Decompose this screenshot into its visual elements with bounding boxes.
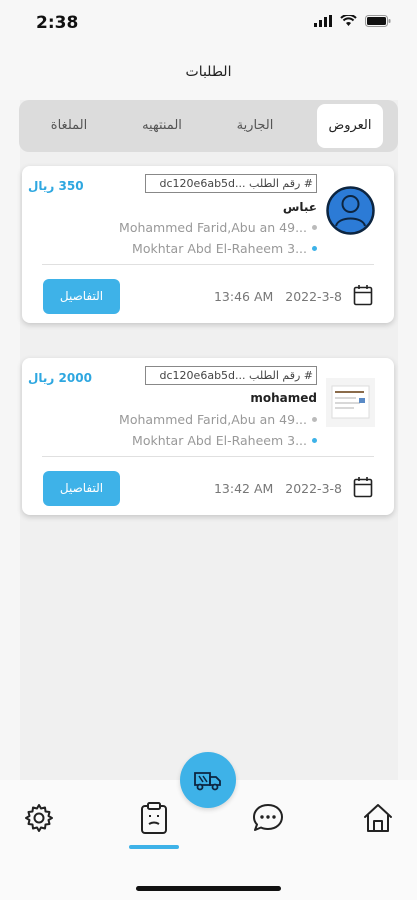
dropoff-address: Mokhtar Abd El-Raheem 3...: [132, 241, 317, 256]
clipboard-icon: [141, 802, 167, 834]
home-icon: [364, 804, 392, 832]
tab-finished[interactable]: المنتهيه: [129, 104, 195, 148]
card-divider: [42, 264, 374, 265]
battery-icon: [365, 15, 391, 27]
tab-settings[interactable]: [22, 801, 56, 835]
status-icons: [314, 15, 391, 27]
order-card[interactable]: 350 ريال # رقم الطلب ...dc120e6ab5d عباس…: [22, 166, 394, 323]
dropoff-address: Mokhtar Abd El-Raheem 3...: [132, 433, 317, 448]
tab-orders[interactable]: [137, 801, 171, 835]
order-price: 350 ريال: [28, 179, 84, 193]
order-datetime: 13:42 AM 2022-3-8: [214, 481, 342, 496]
dropoff-dot-icon: [312, 438, 317, 443]
order-price: 2000 ريال: [28, 371, 92, 385]
status-time: 2:38: [36, 13, 79, 33]
pickup-address: Mohammed Farid,Abu an 49...: [119, 412, 317, 427]
tab-cancelled[interactable]: الملغاة: [36, 104, 102, 148]
new-order-fab[interactable]: [180, 752, 236, 808]
card-divider: [42, 456, 374, 457]
wifi-icon: [340, 15, 357, 26]
user-avatar-icon: [326, 186, 375, 235]
home-indicator: [136, 886, 281, 891]
order-date: 2022-3-8: [285, 289, 342, 304]
pickup-dot-icon: [312, 417, 317, 422]
order-number: # رقم الطلب ...dc120e6ab5d: [145, 174, 317, 193]
pickup-text: Mohammed Farid,Abu an 49...: [119, 412, 307, 427]
order-card[interactable]: 2000 ريال # رقم الطلب ...dc120e6ab5d moh…: [22, 358, 394, 515]
status-bar: 2:38: [0, 0, 417, 48]
customer-name: mohamed: [250, 391, 317, 405]
order-number: # رقم الطلب ...dc120e6ab5d: [145, 366, 317, 385]
pickup-dot-icon: [312, 225, 317, 230]
dropoff-text: Mokhtar Abd El-Raheem 3...: [132, 241, 307, 256]
active-tab-indicator: [129, 845, 179, 849]
tab-ongoing[interactable]: الجارية: [222, 104, 288, 148]
order-time: 13:46 AM: [213, 289, 274, 304]
order-date: 2022-3-8: [285, 481, 342, 496]
details-button[interactable]: التفاصيل: [43, 471, 120, 506]
gear-icon: [25, 804, 53, 832]
order-datetime: 13:46 AM 2022-3-8: [214, 289, 342, 304]
tab-chat[interactable]: [251, 801, 285, 835]
dropoff-text: Mokhtar Abd El-Raheem 3...: [132, 433, 307, 448]
segmented-tabs: العروض الجارية المنتهيه الملغاة: [19, 100, 398, 152]
document-thumbnail-icon: [326, 378, 375, 427]
details-button[interactable]: التفاصيل: [43, 279, 120, 314]
page-title: الطلبات: [185, 64, 232, 80]
dropoff-dot-icon: [312, 246, 317, 251]
page-header: الطلبات: [0, 48, 417, 100]
tab-home[interactable]: [361, 801, 395, 835]
chat-icon: [253, 804, 283, 831]
order-time: 13:42 AM: [213, 481, 274, 496]
pickup-text: Mohammed Farid,Abu an 49...: [119, 220, 307, 235]
tab-offers[interactable]: العروض: [317, 104, 383, 148]
signal-icon: [314, 15, 332, 27]
truck-icon: [194, 772, 221, 791]
pickup-address: Mohammed Farid,Abu an 49...: [119, 220, 317, 235]
customer-name: عباس: [282, 200, 317, 214]
avatar: [326, 378, 375, 427]
calendar-icon: [353, 285, 373, 306]
avatar: [326, 186, 375, 235]
calendar-icon: [353, 477, 373, 498]
